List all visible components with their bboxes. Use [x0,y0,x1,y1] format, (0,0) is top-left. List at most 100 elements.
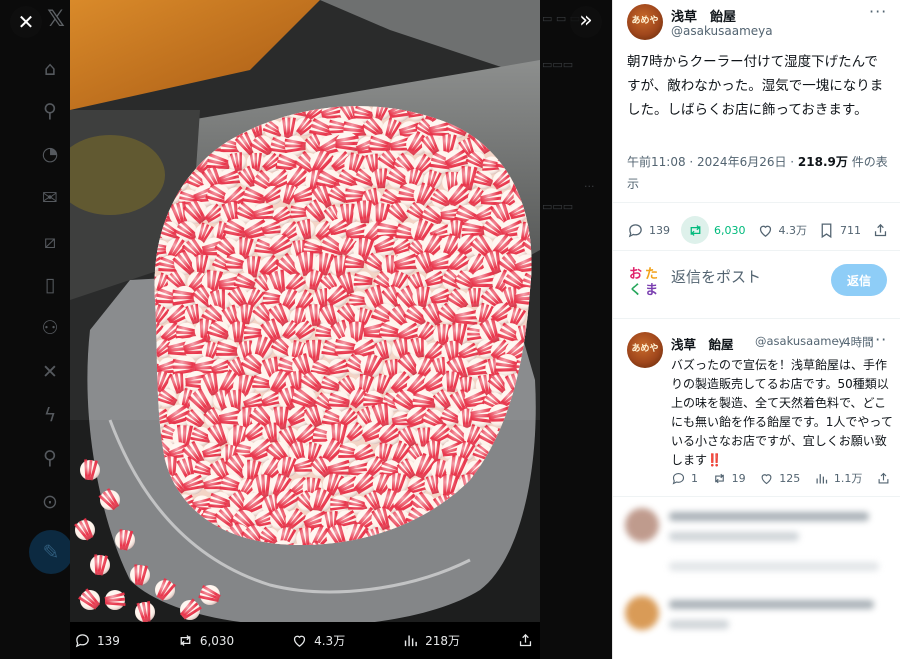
reply-icon [628,223,642,237]
like-count: 4.3万 [778,224,808,237]
author-name[interactable]: 浅草 飴屋 [671,6,736,25]
reply-like-count: 125 [779,471,801,485]
author-handle[interactable]: @asakusaameya [671,24,773,38]
x-premium-icon: ✕ [42,361,58,383]
more-options-icon[interactable]: ··· [869,2,887,21]
avatar-shop-sign: あめや [631,344,659,354]
blurred-line [669,512,869,521]
bookmark-icon: ▯ [44,274,56,296]
blurred-line [669,562,879,571]
share-icon [878,472,889,483]
bookmark-count: 711 [840,223,861,237]
blurred-line [669,600,874,609]
bg-blur-text: ··· [584,180,595,193]
media-like-button[interactable]: 4.3万 [291,632,345,649]
chevrons-right-icon: » [579,8,593,33]
communities-icon: ⚇ [41,317,59,339]
media-repost-button[interactable]: 6,030 [177,632,234,649]
reply-repost-button[interactable]: 19 [712,471,746,486]
bookmark-button[interactable]: 711 [818,222,861,239]
reply-text: バズったので宣伝を！浅草飴屋は、手作りの製造販売してるお店です。50種類以上の味… [671,356,893,470]
media-reply-count: 139 [97,633,120,648]
tweet-view-count: 218.9万 [797,155,848,169]
candy-ball [335,131,359,156]
heart-icon [761,473,772,484]
bg-blur-text: ▭▭▭ [542,200,574,213]
media-viewer: ⌂ ⚲ ◔ ✉ ⧄ ▯ ⚇ ✕ ϟ ⚲ ⊙ ✎ 𝕏 ▭ ▭ ▭ ▭▭▭ ··· … [0,0,612,659]
repost-icon [180,635,191,646]
bg-blur-text: ▭▭▭ [542,58,574,71]
home-icon: ⌂ [43,58,57,80]
blurred-avatar [625,596,659,630]
blurred-reply [625,508,893,588]
lightning-icon: ϟ [43,404,57,426]
share-button[interactable] [872,222,889,239]
x-logo-icon: 𝕏 [47,7,65,32]
media-action-bar: 139 6,030 4.3万 218万 [70,622,540,659]
blurred-line [669,532,799,541]
media-views-button[interactable]: 218万 [402,632,460,649]
reply-views-count: 1.1万 [833,472,863,485]
divider [613,318,900,319]
reply-action-bar: 1 19 125 1.1万 [671,470,891,486]
logo-char-4: ま [645,283,658,297]
media-like-count: 4.3万 [314,634,346,648]
reply-button[interactable]: 139 [627,222,670,239]
tweet-text: 朝7時からクーラー付けて湿度下げたんですが、敵わなかった。湿気で一塊になりました… [627,54,884,118]
tweet-meta: 午前11:08 · 2024年6月26日 · 218.9万 件の表示 [627,151,889,195]
repost-highlight [681,216,709,244]
profile-icon: ⚲ [43,447,57,469]
reply-composer: お た く ま 返信 [627,262,889,298]
reply-count: 139 [649,223,670,237]
heart-icon [759,225,771,237]
reply-time[interactable]: · 4時間 [836,334,874,350]
reply-submit-button[interactable]: 返信 [831,264,887,296]
mail-icon: ✉ [42,187,58,209]
reply-author-avatar[interactable]: あめや [627,332,663,368]
reply-like-button[interactable]: 125 [759,471,800,486]
screen: ⌂ ⚲ ◔ ✉ ⧄ ▯ ⚇ ✕ ϟ ⚲ ⊙ ✎ 𝕏 ▭ ▭ ▭ ▭▭▭ ··· … [0,0,900,659]
reply-repost-count: 19 [731,471,746,485]
reply-input[interactable] [671,268,821,286]
media-repost-count: 6,030 [199,633,235,648]
reply-share-button[interactable] [876,471,891,486]
repost-count: 6,030 [714,223,746,237]
grok-icon: ⧄ [43,231,57,253]
tweet-photo[interactable] [70,0,540,622]
blurred-line [669,620,729,629]
more-circle-icon: ⊙ [42,491,58,513]
blurred-reply [625,596,893,656]
close-button[interactable]: ✕ [10,6,42,38]
blurred-avatar [625,508,659,542]
reply-author-handle[interactable]: @asakusaamey [755,334,845,348]
tweet-action-bar: 139 6,030 4.3万 711 [627,216,889,244]
divider [613,496,900,497]
bell-icon: ◔ [41,143,59,165]
reply-reply-button[interactable]: 1 [671,471,698,486]
expand-panel-button[interactable]: » [570,6,602,38]
avatar-shop-sign: あめや [631,16,659,26]
tweet-detail-panel: あめや 浅草 飴屋 @asakusaameya ··· 朝7時からクーラー付けて… [612,0,900,659]
tweet-timestamp[interactable]: 午前11:08 · 2024年6月26日 · [627,155,798,169]
like-button[interactable]: 4.3万 [757,222,808,239]
reply-more-options-icon[interactable]: ··· [869,330,887,349]
media-share-button[interactable] [517,632,534,649]
divider [613,250,900,251]
repost-icon [714,473,724,483]
author-avatar[interactable]: あめや [627,4,663,40]
divider [613,202,900,203]
reply-icon [75,634,89,648]
logo-char-2: た [645,267,658,282]
reply-views-button[interactable]: 1.1万 [814,470,863,486]
media-views-count: 218万 [425,634,461,648]
media-reply-button[interactable]: 139 [74,632,120,649]
compose-fab-icon: ✎ [29,530,73,574]
reply-body: バズったので宣伝を！浅草飴屋は、手作りの製造販売してるお店です。50種類以上の味… [671,358,893,467]
logo-char-1: お [629,267,642,282]
otakuma-logo-icon: お た く ま [629,267,658,297]
analytics-icon [816,473,827,483]
reply-icon [672,472,685,485]
reply-author-name[interactable]: 浅草 飴屋 [671,334,734,353]
share-icon [874,223,887,236]
repost-button[interactable]: 6,030 [681,216,746,244]
